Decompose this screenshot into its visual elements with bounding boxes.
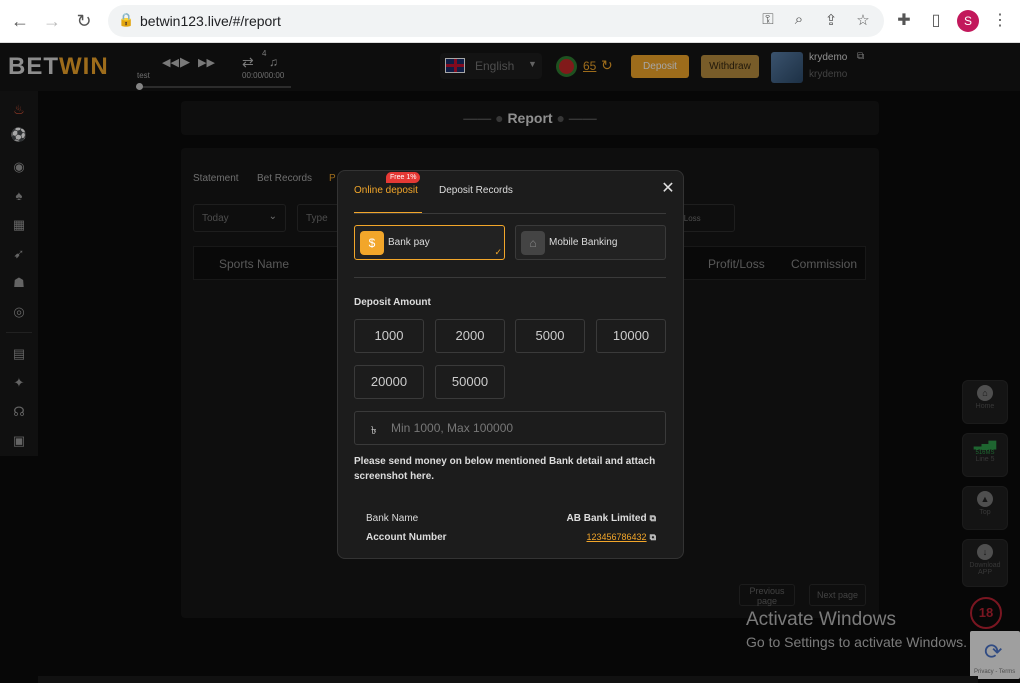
mobile-banking-label: Mobile Banking	[549, 237, 618, 248]
browser-chrome: ← → ↻ 🔒 betwin123.live/#/report ⚿ ⌕ ⇪ ☆ …	[0, 0, 1020, 43]
bookmark-star-icon[interactable]: ☆	[853, 11, 873, 29]
checkmark-icon: ✓	[494, 247, 502, 257]
address-bar[interactable]: 🔒 betwin123.live/#/report ⚿ ⌕ ⇪ ☆	[108, 5, 884, 37]
amount-20000-button[interactable]: 20000	[354, 365, 424, 399]
account-number-value-wrap: 123456786432 ⧉	[586, 532, 656, 543]
deposit-amount-label: Deposit Amount	[354, 297, 431, 308]
bank-pay-label: Bank pay	[388, 237, 430, 248]
forward-arrow-icon[interactable]: →	[41, 10, 63, 32]
bank-name-row: Bank Name AB Bank Limited ⧉	[366, 513, 656, 524]
bank-coin-icon: $	[360, 231, 384, 255]
key-icon[interactable]: ⚿	[758, 11, 778, 28]
bank-name-value-wrap: AB Bank Limited ⧉	[567, 513, 656, 524]
account-number-label: Account Number	[366, 532, 447, 543]
copy-icon[interactable]: ⧉	[650, 513, 656, 523]
tab-divider	[354, 213, 666, 214]
tab-deposit-records[interactable]: Deposit Records	[439, 185, 513, 196]
options-divider	[354, 277, 666, 278]
lock-icon: 🔒	[118, 12, 135, 27]
amount-50000-button[interactable]: 50000	[435, 365, 505, 399]
amount-1000-button[interactable]: 1000	[354, 319, 424, 353]
bank-pay-option[interactable]: $ Bank pay ✓	[354, 225, 505, 260]
extensions-icon[interactable]: ✚	[893, 10, 915, 30]
account-number-row: Account Number 123456786432 ⧉	[366, 532, 656, 543]
back-arrow-icon[interactable]: ←	[9, 10, 31, 32]
taka-currency-icon: ৳	[371, 425, 377, 437]
mobile-banking-option[interactable]: ⌂ Mobile Banking	[515, 225, 666, 260]
amount-2000-button[interactable]: 2000	[435, 319, 505, 353]
url-text[interactable]: betwin123.live/#/report	[140, 13, 281, 29]
amount-input[interactable]	[391, 419, 651, 437]
amount-10000-button[interactable]: 10000	[596, 319, 666, 353]
amount-input-field[interactable]: ৳	[354, 411, 666, 445]
bank-building-icon: ⌂	[521, 231, 545, 255]
menu-kebab-icon[interactable]: ⋮	[989, 10, 1011, 30]
deposit-instructions: Please send money on below mentioned Ban…	[354, 456, 656, 482]
zoom-icon[interactable]: ⌕	[789, 11, 809, 28]
tab-online-deposit[interactable]: Online deposit	[354, 185, 418, 196]
profile-avatar[interactable]: S	[957, 10, 979, 32]
free-bonus-badge: Free 1%	[386, 172, 421, 183]
deposit-modal: Online deposit Free 1% Deposit Records ✕…	[337, 170, 684, 559]
copy-icon[interactable]: ⧉	[650, 532, 656, 542]
sidepanel-icon[interactable]: ▯	[925, 10, 947, 30]
reload-icon[interactable]: ↻	[73, 10, 95, 32]
account-number-value[interactable]: 123456786432	[586, 532, 646, 542]
amount-5000-button[interactable]: 5000	[515, 319, 585, 353]
bank-name-label: Bank Name	[366, 513, 419, 524]
share-icon[interactable]: ⇪	[821, 11, 841, 29]
close-icon[interactable]: ✕	[660, 178, 676, 198]
bank-name-value: AB Bank Limited	[566, 513, 647, 524]
